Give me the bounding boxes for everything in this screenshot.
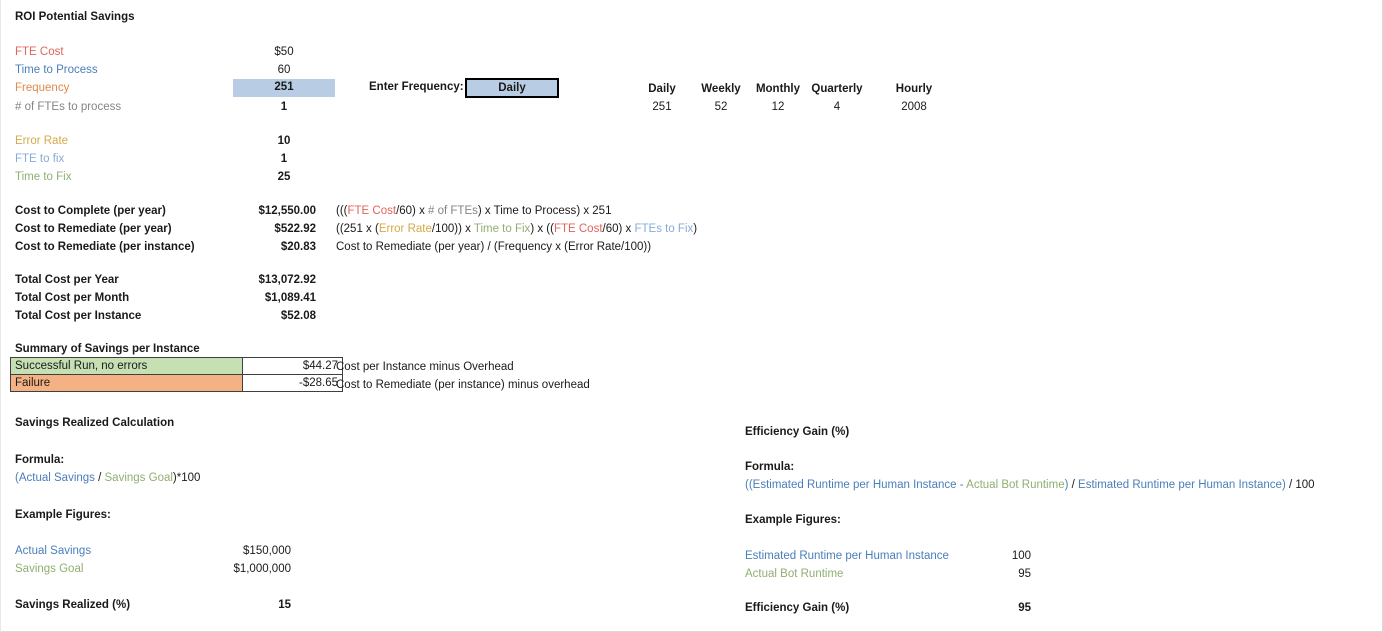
efficiency-heading: Efficiency Gain (%) bbox=[745, 426, 850, 438]
input-value: 60 bbox=[277, 64, 291, 76]
efficiency-example-label: Estimated Runtime per Human Instance bbox=[745, 550, 949, 562]
frequency-value: 2008 bbox=[901, 101, 927, 113]
formula-token: / 100 bbox=[1285, 479, 1315, 491]
savings-example-value: $1,000,000 bbox=[233, 563, 291, 575]
formula-token: /60) x bbox=[396, 205, 429, 217]
formula-token: Savings Goal bbox=[104, 472, 173, 484]
table-row: Failure -$28.65 bbox=[10, 374, 343, 392]
error-input-label: FTE to fix bbox=[15, 153, 65, 165]
cost-label: Cost to Remediate (per instance) bbox=[15, 241, 195, 253]
formula-token: / bbox=[94, 472, 105, 484]
formula-token: Estimated Runtime per Human Instance bbox=[1078, 479, 1282, 491]
input-label: # of FTEs to process bbox=[15, 101, 122, 113]
summary-row-note: Cost to Remediate (per instance) minus o… bbox=[336, 379, 590, 391]
cost-label: Cost to Complete (per year) bbox=[15, 205, 166, 217]
formula-token: /100)) x bbox=[431, 223, 474, 235]
formula-token: FTE Cost bbox=[553, 223, 603, 235]
summary-row-label: Failure bbox=[10, 374, 243, 392]
input-label: FTE Cost bbox=[15, 46, 64, 58]
total-value: $52.08 bbox=[280, 310, 316, 322]
frequency-value: 4 bbox=[833, 101, 841, 113]
error-input-value: 25 bbox=[277, 171, 291, 183]
efficiency-formula-heading: Formula: bbox=[745, 461, 795, 473]
formula-token: ((( bbox=[336, 205, 348, 217]
savings-example-value: $150,000 bbox=[243, 545, 291, 557]
formula-token: Actual Bot Runtime bbox=[966, 479, 1065, 491]
efficiency-result-label: Efficiency Gain (%) bbox=[745, 602, 850, 614]
formula-token: Time to Process bbox=[493, 205, 577, 217]
total-value: $13,072.92 bbox=[258, 274, 316, 286]
error-input-value: 1 bbox=[280, 153, 288, 165]
total-label: Total Cost per Year bbox=[15, 274, 119, 286]
frequency-selector-label: Enter Frequency: bbox=[369, 81, 464, 93]
total-label: Total Cost per Month bbox=[15, 292, 130, 304]
frequency-header: Monthly bbox=[755, 83, 801, 95]
page-title: ROI Potential Savings bbox=[15, 11, 135, 23]
summary-row-value: -$28.65 bbox=[242, 374, 343, 392]
formula-token: ) x (( bbox=[530, 223, 554, 235]
frequency-header: Daily bbox=[648, 83, 676, 95]
frequency-header: Weekly bbox=[701, 83, 741, 95]
summary-row-value: $44.27 bbox=[242, 357, 343, 375]
frequency-value: 251 bbox=[652, 101, 672, 113]
formula-token: # of FTEs bbox=[428, 205, 478, 217]
cost-value: $20.83 bbox=[280, 241, 316, 253]
frequency-value: 52 bbox=[714, 101, 728, 113]
savings-example-label: Actual Savings bbox=[15, 545, 92, 557]
savings-result-label: Savings Realized (%) bbox=[15, 599, 131, 611]
formula-token: Time to Fix bbox=[473, 223, 531, 235]
input-label: Frequency bbox=[15, 82, 70, 94]
input-label: Time to Process bbox=[15, 64, 98, 76]
input-value: $50 bbox=[274, 46, 294, 58]
summary-table: Successful Run, no errors $44.27 Failure -$… bbox=[10, 357, 343, 392]
total-value: $1,089.41 bbox=[264, 292, 316, 304]
savings-examples-heading: Example Figures: bbox=[15, 509, 111, 521]
frequency-value-cell[interactable]: 251 bbox=[233, 79, 335, 97]
input-value: 1 bbox=[280, 101, 288, 113]
frequency-header: Quarterly bbox=[811, 83, 863, 95]
cost-formula: ((251 x (Error Rate/100)) x Time to Fix)… bbox=[336, 223, 697, 235]
savings-heading: Savings Realized Calculation bbox=[15, 417, 175, 429]
cost-formula: (((FTE Cost/60) x # of FTEs) x Time to P… bbox=[336, 205, 611, 217]
savings-result-value: 15 bbox=[278, 599, 291, 611]
total-label: Total Cost per Instance bbox=[15, 310, 142, 322]
formula-token: /60) x bbox=[602, 223, 635, 235]
frequency-selector-box[interactable]: Daily bbox=[465, 78, 559, 98]
formula-token: / bbox=[1068, 479, 1079, 491]
formula-token: ) bbox=[693, 223, 698, 235]
error-input-value: 10 bbox=[277, 135, 291, 147]
spreadsheet-canvas: ROI Potential Savings FTE Cost $50 Time to… bbox=[0, 0, 1383, 632]
formula-token: ) x 251 bbox=[576, 205, 612, 217]
cost-formula: Cost to Remediate (per year) / (Frequenc… bbox=[336, 241, 651, 253]
summary-row-label: Successful Run, no errors bbox=[10, 357, 243, 375]
formula-token: Cost to Remediate (per year) / (Frequenc… bbox=[336, 241, 652, 253]
efficiency-example-value: 95 bbox=[1018, 568, 1031, 580]
formula-token: Actual Savings bbox=[18, 472, 95, 484]
frequency-header: Hourly bbox=[895, 83, 933, 95]
formula-token: ) x bbox=[477, 205, 494, 217]
formula-token: ((251 x ( bbox=[336, 223, 379, 235]
savings-example-label: Savings Goal bbox=[15, 563, 84, 575]
efficiency-formula: ((Estimated Runtime per Human Instance -… bbox=[745, 479, 1315, 491]
savings-formula: (Actual Savings / Savings Goal)*100 bbox=[15, 472, 200, 484]
cost-label: Cost to Remediate (per year) bbox=[15, 223, 172, 235]
table-row: Successful Run, no errors $44.27 bbox=[10, 357, 343, 375]
formula-token: Error Rate bbox=[378, 223, 432, 235]
summary-row-note: Cost per Instance minus Overhead bbox=[336, 361, 514, 373]
savings-formula-heading: Formula: bbox=[15, 454, 65, 466]
formula-token: ((Estimated Runtime per Human Instance - bbox=[745, 479, 967, 491]
efficiency-example-label: Actual Bot Runtime bbox=[745, 568, 844, 580]
error-input-label: Error Rate bbox=[15, 135, 69, 147]
frequency-value: 12 bbox=[771, 101, 785, 113]
cost-value: $12,550.00 bbox=[258, 205, 316, 217]
formula-token: FTE Cost bbox=[347, 205, 397, 217]
cost-value: $522.92 bbox=[274, 223, 316, 235]
efficiency-examples-heading: Example Figures: bbox=[745, 514, 841, 526]
summary-heading: Summary of Savings per Instance bbox=[15, 343, 200, 355]
efficiency-result-value: 95 bbox=[1018, 602, 1031, 614]
formula-token: FTEs to Fix bbox=[634, 223, 694, 235]
efficiency-example-value: 100 bbox=[1011, 550, 1031, 562]
formula-token: )*100 bbox=[172, 472, 201, 484]
error-input-label: Time to Fix bbox=[15, 171, 72, 183]
